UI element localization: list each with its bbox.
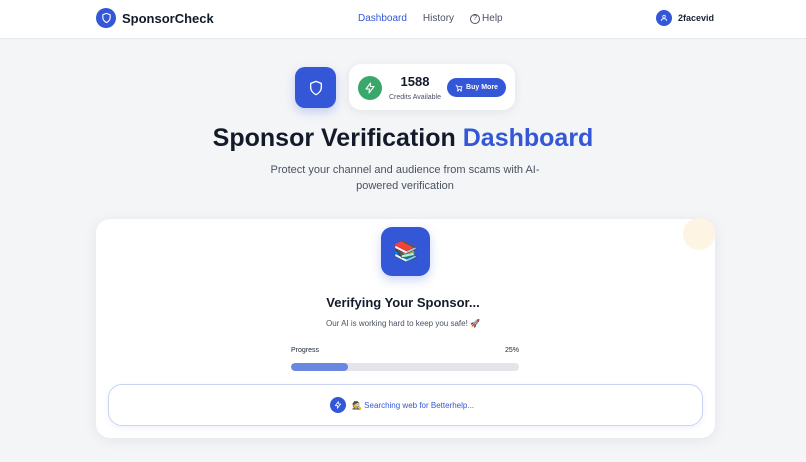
progress-label: Progress — [291, 347, 320, 354]
user-name: 2facevid — [678, 13, 715, 23]
nav-dashboard[interactable]: Dashboard — [358, 13, 407, 24]
credits-label: Credits Available — [388, 94, 441, 101]
lightning-icon — [330, 397, 346, 413]
nav-history[interactable]: History — [423, 13, 454, 24]
nav-links: Dashboard History ? Help — [358, 13, 519, 24]
page-title: Sponsor Verification Dashboard — [0, 124, 806, 153]
user-icon — [656, 10, 672, 26]
progress-percent: 25% — [504, 347, 519, 354]
books-icon: 📚 — [381, 227, 430, 276]
cart-icon — [455, 84, 463, 92]
status-row: 🕵️ Searching web for Betterhelp... — [330, 397, 474, 413]
credits-count: 1588 — [400, 74, 430, 89]
shield-icon — [96, 8, 116, 28]
nav-help[interactable]: ? Help — [470, 13, 503, 24]
nav-help-label: Help — [482, 13, 503, 24]
progress-fill — [291, 363, 348, 371]
verification-title: Verifying Your Sponsor... — [326, 295, 480, 310]
top-nav: SponsorCheck Dashboard History ? Help 2f… — [0, 0, 806, 39]
help-circle-icon: ? — [470, 13, 481, 24]
books-emoji: 📚 — [393, 241, 418, 263]
user-menu[interactable]: 2facevid — [656, 10, 714, 26]
decorative-circle — [683, 218, 715, 250]
progress-bar — [291, 363, 519, 371]
brand[interactable]: SponsorCheck — [96, 8, 214, 28]
verification-subtitle: Our AI is working hard to keep you safe!… — [325, 319, 481, 328]
status-text: 🕵️ Searching web for Betterhelp... — [352, 400, 475, 410]
hero-shield-icon — [295, 67, 336, 108]
brand-name: SponsorCheck — [122, 10, 214, 26]
page-title-main: Sponsor Verification — [212, 124, 456, 152]
credits-card: 1588 Credits Available Buy More — [349, 64, 515, 110]
status-box: 🕵️ Searching web for Betterhelp... — [108, 384, 703, 426]
page-title-accent: Dashboard — [462, 124, 594, 152]
buy-more-button[interactable]: Buy More — [447, 78, 506, 97]
buy-more-label: Buy More — [466, 84, 498, 91]
lightning-icon — [358, 76, 382, 100]
page-subtitle: Protect your channel and audience from s… — [270, 164, 540, 192]
